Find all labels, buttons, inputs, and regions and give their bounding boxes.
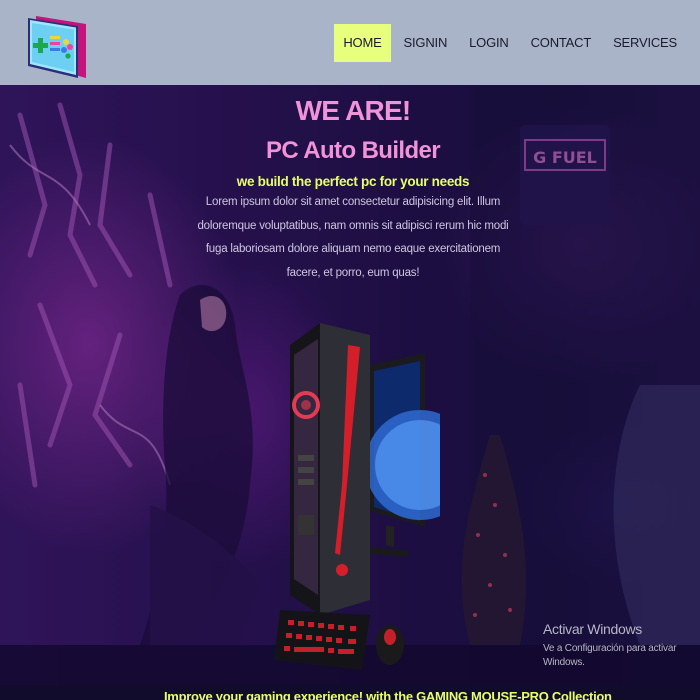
hero-description: Lorem ipsum dolor sit amet consectetur a…: [197, 196, 509, 279]
main-nav: HOME SIGNIN LOGIN CONTACT SERVICES: [334, 23, 686, 62]
watermark-subtitle: Ve a Configuración para activar Windows.: [543, 643, 677, 668]
hero-text: WE ARE! PC Auto Builder we build the per…: [190, 93, 516, 285]
nav-services[interactable]: SERVICES: [604, 24, 686, 62]
nav-contact[interactable]: CONTACT: [522, 24, 600, 62]
hero-tagline: we build the perfect pc for your needs: [236, 174, 470, 189]
hero-section: G FUEL WE ARE! PC Auto Builder we build …: [0, 85, 700, 700]
nav-home[interactable]: HOME: [334, 23, 391, 62]
gaming-pc-image: [274, 323, 440, 670]
promo-heading: Improve your gaming experience! with the…: [164, 689, 612, 700]
windows-activation-watermark: Activar Windows Ve a Configuración para …: [543, 619, 700, 670]
promo-section: Improve your gaming experience! with the…: [0, 685, 700, 700]
navbar: HOME SIGNIN LOGIN CONTACT SERVICES: [0, 0, 700, 85]
hero-brand-title: PC Auto Builder: [265, 137, 441, 164]
nav-signin[interactable]: SIGNIN: [395, 24, 457, 62]
watermark-title: Activar Windows: [543, 621, 642, 637]
nav-login[interactable]: LOGIN: [460, 24, 517, 62]
gamepad-logo-icon[interactable]: [26, 12, 88, 78]
hero-heading: WE ARE!: [295, 95, 411, 126]
